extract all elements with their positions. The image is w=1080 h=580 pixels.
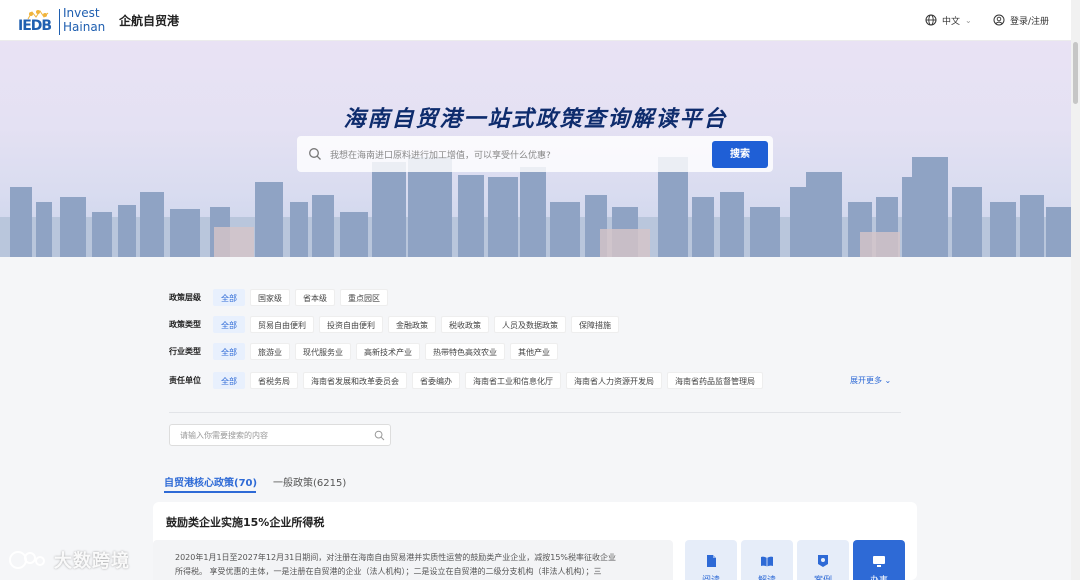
filter-chip[interactable]: 金融政策 [388,315,436,333]
filter-chip[interactable]: 全部 [213,342,245,360]
document-icon [707,555,716,567]
filter-chip[interactable]: 全部 [213,371,245,389]
book-open-icon [761,556,773,567]
handle-button[interactable]: 办事 [853,540,905,580]
badge-icon [818,555,828,567]
active-tab-indicator [164,491,256,493]
search-input-placeholder[interactable]: 我想在海南进口原料进行加工增值，可以享受什么优惠? [330,148,551,161]
scrollbar-thumb[interactable] [1073,42,1078,104]
login-label: 登录/注册 [1010,16,1050,27]
filter-chip[interactable]: 现代服务业 [295,342,351,360]
filter-chip[interactable]: 人员及数据政策 [494,315,566,333]
watermark-text: 大数跨境 [54,551,130,572]
policy-search-box[interactable]: 我想在海南进口原料进行加工增值，可以享受什么优惠? 搜索 [297,136,773,172]
login-register-link[interactable]: 登录/注册 [993,13,1049,27]
policy-summary: 2020年1月1日至2027年12月31日期间，对注册在海南自由贸易港并实质性运… [175,551,663,579]
filter-chip[interactable]: 旅游业 [250,342,290,360]
watermark-logo-icon [9,551,45,569]
hero-banner: 海南自贸港一站式政策查询解读平台 我想在海南进口原料进行加工增值，可以享受什么优… [0,41,1071,257]
tab-core-policies[interactable]: 自贸港核心政策(70) [164,474,257,489]
list-search-input[interactable]: 请输入你需要搜索的内容 [169,424,391,446]
filter-row-level: 政策层级 全部 国家级 省本级 重点园区 [169,288,393,306]
search-icon[interactable] [374,430,385,441]
filter-chip[interactable]: 省税务局 [250,371,298,389]
logo-mark: IEDB [18,18,52,34]
expand-more-label: 展开更多 [850,376,882,385]
language-label: 中文 [942,16,961,27]
interpret-label: 解读 [741,573,793,580]
policy-summary-line: 2020年1月1日至2027年12月31日期间，对注册在海南自由贸易港并实质性运… [175,553,617,562]
policy-title[interactable]: 鼓励类企业实施15%企业所得税 [166,514,324,530]
filter-chip[interactable]: 其他产业 [510,342,558,360]
read-button[interactable]: 阅读 [685,540,737,580]
search-button[interactable]: 搜索 [712,141,768,168]
filter-label: 责任单位 [169,375,201,385]
filter-row-department: 责任单位 全部 省税务局 海南省发展和改革委员会 省委编办 海南省工业和信息化厅… [169,371,768,389]
logo-divider [59,9,60,35]
filters-divider [169,412,901,413]
logo-line-hainan: Hainan [63,20,106,34]
filter-chip[interactable]: 投资自由便利 [319,315,383,333]
site-logo[interactable]: IEDB Invest Hainan [18,6,108,36]
case-label: 案例 [797,573,849,580]
policy-summary-line: 所得税。 享受优惠的主体，一是注册在自贸港的企业（法人机构）；二是设立在自贸港的… [175,567,602,576]
filter-chip[interactable]: 全部 [213,315,245,333]
filter-chip[interactable]: 海南省工业和信息化厅 [465,371,561,389]
chevron-down-icon: ⌄ [884,376,892,385]
brand-name[interactable]: 企航自贸港 [119,12,179,29]
filter-label: 政策类型 [169,319,201,329]
globe-icon [925,14,937,26]
top-header: IEDB Invest Hainan 企航自贸港 中文 ⌄ 登录/注册 [0,0,1080,41]
filter-chip[interactable]: 税收政策 [441,315,489,333]
tab-general-policies[interactable]: 一般政策(6215) [273,474,346,489]
logo-line-invest: Invest [63,6,100,20]
filter-chip[interactable]: 全部 [213,288,245,306]
filter-label: 行业类型 [169,346,201,356]
filter-chip[interactable]: 重点园区 [340,288,388,306]
search-icon [309,148,321,160]
city-skyline-image [0,157,1071,257]
filter-label: 政策层级 [169,292,201,302]
interpret-button[interactable]: 解读 [741,540,793,580]
monitor-icon [873,556,885,567]
banner-title: 海南自贸港一站式政策查询解读平台 [343,107,728,132]
filter-chip[interactable]: 贸易自由便利 [250,315,314,333]
case-button[interactable]: 案例 [797,540,849,580]
filter-chip[interactable]: 热带特色高效农业 [425,342,505,360]
filter-chip[interactable]: 省委编办 [412,371,460,389]
filter-row-industry: 行业类型 全部 旅游业 现代服务业 高新技术产业 热带特色高效农业 其他产业 [169,342,563,360]
filter-chip[interactable]: 海南省发展和改革委员会 [303,371,407,389]
filter-chip[interactable]: 保障措施 [571,315,619,333]
handle-label: 办事 [853,573,905,580]
language-selector[interactable]: 中文 ⌄ [925,13,972,27]
expand-more-link[interactable]: 展开更多 ⌄ [850,375,891,386]
filter-chip[interactable]: 海南省药品监督管理局 [667,371,763,389]
policy-card[interactable]: 鼓励类企业实施15%企业所得税 2020年1月1日至2027年12月31日期间，… [153,502,917,580]
user-circle-icon [993,14,1005,26]
watermark: 大数跨境 [8,546,130,574]
read-label: 阅读 [685,573,737,580]
filter-chip[interactable]: 高新技术产业 [356,342,420,360]
list-search-placeholder: 请输入你需要搜索的内容 [180,431,268,440]
filter-row-type: 政策类型 全部 贸易自由便利 投资自由便利 金融政策 税收政策 人员及数据政策 … [169,315,624,333]
filter-chip[interactable]: 国家级 [250,288,290,306]
filter-chip[interactable]: 省本级 [295,288,335,306]
chevron-down-icon: ⌄ [965,15,972,25]
policy-summary-box: 2020年1月1日至2027年12月31日期间，对注册在海南自由贸易港并实质性运… [153,540,673,580]
filter-chip[interactable]: 海南省人力资源开发局 [566,371,662,389]
